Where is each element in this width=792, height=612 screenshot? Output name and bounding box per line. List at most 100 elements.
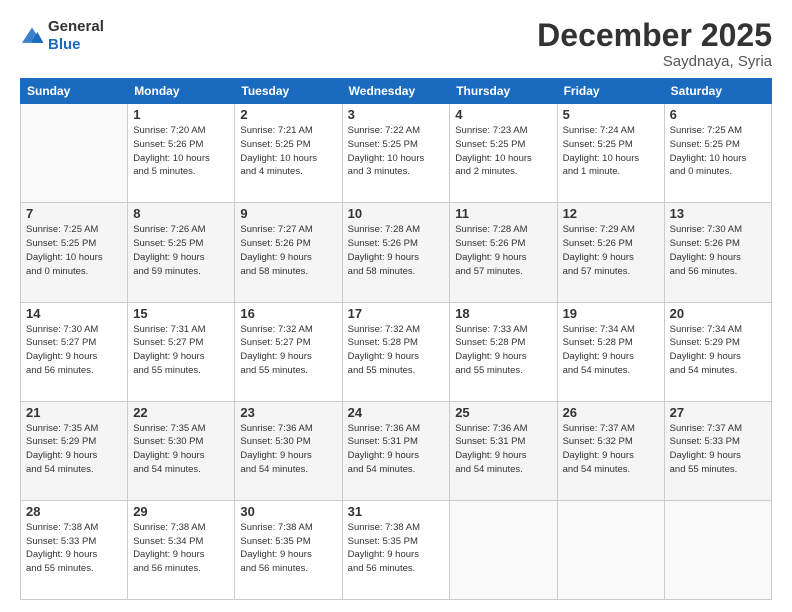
calendar-week-2: 7 Sunrise: 7:25 AM Sunset: 5:25 PM Daylig… (21, 203, 772, 302)
calendar-cell: 17 Sunrise: 7:32 AM Sunset: 5:28 PM Dayli… (342, 302, 450, 401)
day-number: 21 (26, 405, 122, 420)
day-info: Sunrise: 7:21 AM Sunset: 5:25 PM Dayligh… (240, 124, 336, 179)
day-info: Sunrise: 7:36 AM Sunset: 5:31 PM Dayligh… (348, 422, 445, 477)
day-info: Sunrise: 7:32 AM Sunset: 5:27 PM Dayligh… (240, 323, 336, 378)
calendar-cell: 1Sunrise: 7:20 AM Sunset: 5:26 PM Daylig… (128, 104, 235, 203)
day-info: Sunrise: 7:38 AM Sunset: 5:33 PM Dayligh… (26, 521, 122, 576)
logo-blue: Blue (48, 36, 81, 53)
day-info: Sunrise: 7:33 AM Sunset: 5:28 PM Dayligh… (455, 323, 551, 378)
calendar-cell: 3Sunrise: 7:22 AM Sunset: 5:25 PM Daylig… (342, 104, 450, 203)
calendar-cell (664, 500, 771, 599)
calendar-cell: 19 Sunrise: 7:34 AM Sunset: 5:28 PM Dayli… (557, 302, 664, 401)
day-info: Sunrise: 7:26 AM Sunset: 5:25 PM Dayligh… (133, 223, 229, 278)
col-sunday: Sunday (21, 79, 128, 104)
calendar-cell (21, 104, 128, 203)
month-title: December 2025 (537, 18, 772, 53)
day-info: Sunrise: 7:30 AM Sunset: 5:26 PM Dayligh… (670, 223, 766, 278)
day-info: Sunrise: 7:34 AM Sunset: 5:29 PM Dayligh… (670, 323, 766, 378)
day-number: 17 (348, 306, 445, 321)
day-number: 27 (670, 405, 766, 420)
calendar-cell: 5Sunrise: 7:24 AM Sunset: 5:25 PM Daylig… (557, 104, 664, 203)
calendar-page: General Blue December 2025 Saydnaya, Syr… (0, 0, 792, 612)
day-number: 22 (133, 405, 229, 420)
calendar-cell: 29 Sunrise: 7:38 AM Sunset: 5:34 PM Dayli… (128, 500, 235, 599)
calendar-cell: 16 Sunrise: 7:32 AM Sunset: 5:27 PM Dayli… (235, 302, 342, 401)
day-number: 9 (240, 206, 336, 221)
calendar-cell: 20 Sunrise: 7:34 AM Sunset: 5:29 PM Dayli… (664, 302, 771, 401)
day-number: 4 (455, 107, 551, 122)
calendar-cell: 18 Sunrise: 7:33 AM Sunset: 5:28 PM Dayli… (450, 302, 557, 401)
day-number: 3 (348, 107, 445, 122)
day-info: Sunrise: 7:32 AM Sunset: 5:28 PM Dayligh… (348, 323, 445, 378)
day-number: 12 (563, 206, 659, 221)
calendar-cell: 4Sunrise: 7:23 AM Sunset: 5:25 PM Daylig… (450, 104, 557, 203)
day-number: 30 (240, 504, 336, 519)
day-number: 20 (670, 306, 766, 321)
day-info: Sunrise: 7:25 AM Sunset: 5:25 PM Dayligh… (670, 124, 766, 179)
calendar-cell: 8 Sunrise: 7:26 AM Sunset: 5:25 PM Daylig… (128, 203, 235, 302)
calendar-cell: 2 Sunrise: 7:21 AM Sunset: 5:25 PM Daylig… (235, 104, 342, 203)
calendar-cell: 25 Sunrise: 7:36 AM Sunset: 5:31 PM Dayli… (450, 401, 557, 500)
day-number: 10 (348, 206, 445, 221)
day-number: 18 (455, 306, 551, 321)
day-info: Sunrise: 7:29 AM Sunset: 5:26 PM Dayligh… (563, 223, 659, 278)
day-number: 28 (26, 504, 122, 519)
day-number: 16 (240, 306, 336, 321)
day-info: Sunrise: 7:35 AM Sunset: 5:30 PM Dayligh… (133, 422, 229, 477)
day-number: 1 (133, 107, 229, 122)
calendar-cell: 31Sunrise: 7:38 AM Sunset: 5:35 PM Dayli… (342, 500, 450, 599)
calendar-table: Sunday Monday Tuesday Wednesday Thursday… (20, 78, 772, 600)
day-number: 5 (563, 107, 659, 122)
day-info: Sunrise: 7:38 AM Sunset: 5:35 PM Dayligh… (240, 521, 336, 576)
calendar-cell: 15Sunrise: 7:31 AM Sunset: 5:27 PM Dayli… (128, 302, 235, 401)
col-monday: Monday (128, 79, 235, 104)
day-info: Sunrise: 7:31 AM Sunset: 5:27 PM Dayligh… (133, 323, 229, 378)
logo-general: General (48, 18, 104, 35)
day-number: 23 (240, 405, 336, 420)
day-info: Sunrise: 7:36 AM Sunset: 5:31 PM Dayligh… (455, 422, 551, 477)
day-info: Sunrise: 7:37 AM Sunset: 5:32 PM Dayligh… (563, 422, 659, 477)
day-info: Sunrise: 7:28 AM Sunset: 5:26 PM Dayligh… (348, 223, 445, 278)
day-info: Sunrise: 7:25 AM Sunset: 5:25 PM Dayligh… (26, 223, 122, 278)
col-wednesday: Wednesday (342, 79, 450, 104)
day-number: 29 (133, 504, 229, 519)
calendar-header-row: Sunday Monday Tuesday Wednesday Thursday… (21, 79, 772, 104)
day-number: 25 (455, 405, 551, 420)
day-info: Sunrise: 7:27 AM Sunset: 5:26 PM Dayligh… (240, 223, 336, 278)
col-tuesday: Tuesday (235, 79, 342, 104)
calendar-cell: 23 Sunrise: 7:36 AM Sunset: 5:30 PM Dayli… (235, 401, 342, 500)
calendar-week-4: 21 Sunrise: 7:35 AM Sunset: 5:29 PM Dayli… (21, 401, 772, 500)
calendar-week-1: 1Sunrise: 7:20 AM Sunset: 5:26 PM Daylig… (21, 104, 772, 203)
day-number: 31 (348, 504, 445, 519)
calendar-cell: 30 Sunrise: 7:38 AM Sunset: 5:35 PM Dayli… (235, 500, 342, 599)
calendar-cell: 22 Sunrise: 7:35 AM Sunset: 5:30 PM Dayli… (128, 401, 235, 500)
calendar-cell: 9 Sunrise: 7:27 AM Sunset: 5:26 PM Daylig… (235, 203, 342, 302)
logo: General Blue (20, 18, 104, 54)
day-number: 8 (133, 206, 229, 221)
day-number: 19 (563, 306, 659, 321)
day-number: 24 (348, 405, 445, 420)
day-info: Sunrise: 7:30 AM Sunset: 5:27 PM Dayligh… (26, 323, 122, 378)
day-number: 7 (26, 206, 122, 221)
calendar-cell: 10 Sunrise: 7:28 AM Sunset: 5:26 PM Dayli… (342, 203, 450, 302)
title-block: December 2025 Saydnaya, Syria (537, 18, 772, 70)
day-number: 26 (563, 405, 659, 420)
col-thursday: Thursday (450, 79, 557, 104)
day-info: Sunrise: 7:38 AM Sunset: 5:34 PM Dayligh… (133, 521, 229, 576)
day-info: Sunrise: 7:34 AM Sunset: 5:28 PM Dayligh… (563, 323, 659, 378)
calendar-cell: 21 Sunrise: 7:35 AM Sunset: 5:29 PM Dayli… (21, 401, 128, 500)
day-info: Sunrise: 7:36 AM Sunset: 5:30 PM Dayligh… (240, 422, 336, 477)
col-saturday: Saturday (664, 79, 771, 104)
day-info: Sunrise: 7:37 AM Sunset: 5:33 PM Dayligh… (670, 422, 766, 477)
calendar-week-3: 14Sunrise: 7:30 AM Sunset: 5:27 PM Dayli… (21, 302, 772, 401)
logo-icon (20, 26, 44, 46)
calendar-cell: 6Sunrise: 7:25 AM Sunset: 5:25 PM Daylig… (664, 104, 771, 203)
day-number: 2 (240, 107, 336, 122)
calendar-cell: 13Sunrise: 7:30 AM Sunset: 5:26 PM Dayli… (664, 203, 771, 302)
calendar-cell: 7 Sunrise: 7:25 AM Sunset: 5:25 PM Daylig… (21, 203, 128, 302)
calendar-week-5: 28 Sunrise: 7:38 AM Sunset: 5:33 PM Dayli… (21, 500, 772, 599)
calendar-cell: 14Sunrise: 7:30 AM Sunset: 5:27 PM Dayli… (21, 302, 128, 401)
day-info: Sunrise: 7:28 AM Sunset: 5:26 PM Dayligh… (455, 223, 551, 278)
page-header: General Blue December 2025 Saydnaya, Syr… (20, 18, 772, 70)
day-info: Sunrise: 7:35 AM Sunset: 5:29 PM Dayligh… (26, 422, 122, 477)
